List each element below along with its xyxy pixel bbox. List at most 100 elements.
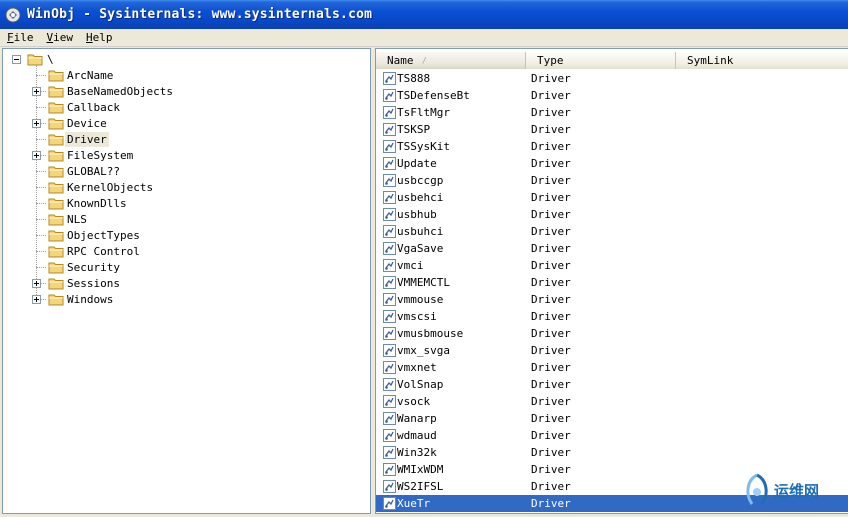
object-type: Driver	[531, 446, 571, 459]
object-name: XueTr	[396, 496, 432, 511]
folder-icon	[48, 197, 64, 210]
tree-expand-icon[interactable]	[32, 279, 41, 288]
list-row[interactable]: usbuhci Driver	[376, 223, 848, 240]
tree-item-nls[interactable]: NLS	[65, 212, 89, 227]
column-header-symlink[interactable]: SymLink	[676, 52, 848, 69]
object-name: TSKSP	[397, 123, 431, 136]
object-name: TSDefenseBt	[397, 89, 470, 102]
list-row[interactable]: TS888 Driver	[376, 70, 848, 87]
list-row[interactable]: VMMEMCTL Driver	[376, 274, 848, 291]
list-row[interactable]: usbhub Driver	[376, 206, 848, 223]
driver-object-icon	[383, 123, 396, 136]
object-name: Wanarp	[397, 412, 437, 425]
tree-item-knowndlls[interactable]: KnownDlls	[65, 196, 129, 211]
list-row[interactable]: VgaSave Driver	[376, 240, 848, 257]
column-header-name[interactable]: Name /	[376, 52, 526, 69]
object-name: vmxnet	[397, 361, 437, 374]
object-type: Driver	[531, 276, 571, 289]
object-tree-pane[interactable]: \ ArcName BaseNamedObjects Callback Device Dr…	[2, 48, 371, 514]
list-row[interactable]: usbccgp Driver	[376, 172, 848, 189]
tree-branch-line	[36, 75, 46, 76]
tree-root-label[interactable]: \	[45, 52, 56, 67]
list-row[interactable]: Win32k Driver	[376, 444, 848, 461]
object-list-pane[interactable]: Name / Type SymLink TS888 Driver TSDefense…	[375, 48, 848, 514]
tree-expand-icon[interactable]	[32, 151, 41, 160]
list-row[interactable]: TsFltMgr Driver	[376, 104, 848, 121]
folder-icon	[48, 293, 64, 306]
menu-view[interactable]: View	[40, 31, 80, 44]
list-row[interactable]: vsock Driver	[376, 393, 848, 410]
object-name: vmusbmouse	[397, 327, 464, 340]
object-type: Driver	[531, 106, 571, 119]
tree-item-kernelobjects[interactable]: KernelObjects	[65, 180, 155, 195]
object-type: Driver	[531, 174, 571, 187]
object-name: TSSysKit	[397, 140, 450, 153]
object-name: TsFltMgr	[397, 106, 450, 119]
driver-object-icon	[383, 446, 396, 459]
tree-item-global-[interactable]: GLOBAL??	[65, 164, 122, 179]
tree-item-filesystem[interactable]: FileSystem	[65, 148, 135, 163]
list-row[interactable]: vmusbmouse Driver	[376, 325, 848, 342]
tree-branch-line	[36, 139, 46, 140]
list-row[interactable]: TSKSP Driver	[376, 121, 848, 138]
watermark: 运维网	[742, 470, 846, 510]
tree-item-callback[interactable]: Callback	[65, 100, 122, 115]
object-name: Update	[397, 157, 437, 170]
object-name: VgaSave	[397, 242, 444, 255]
title-bar[interactable]: WinObj - Sysinternals: www.sysinternals.…	[0, 0, 848, 29]
tree-item-objecttypes[interactable]: ObjectTypes	[65, 228, 142, 243]
object-name: wdmaud	[397, 429, 437, 442]
tree-item-basenamedobjects[interactable]: BaseNamedObjects	[65, 84, 175, 99]
folder-icon	[48, 229, 64, 242]
tree-item-arcname[interactable]: ArcName	[65, 68, 115, 83]
driver-object-icon	[383, 259, 396, 272]
object-name: vsock	[397, 395, 431, 408]
tree-expand-icon[interactable]	[32, 119, 41, 128]
column-header-type[interactable]: Type	[526, 52, 676, 69]
list-row[interactable]: Wanarp Driver	[376, 410, 848, 427]
object-type: Driver	[531, 89, 571, 102]
tree-item-security[interactable]: Security	[65, 260, 122, 275]
tree-item-device[interactable]: Device	[65, 116, 109, 131]
tree-collapse-icon[interactable]	[12, 55, 21, 64]
object-type: Driver	[531, 361, 571, 374]
list-row[interactable]: VolSnap Driver	[376, 376, 848, 393]
tree-item-rpc-control[interactable]: RPC Control	[65, 244, 142, 259]
driver-object-icon	[383, 140, 396, 153]
tree-branch-line	[36, 203, 46, 204]
tree-item-driver[interactable]: Driver	[65, 132, 109, 147]
folder-icon	[48, 181, 64, 194]
list-row[interactable]: usbehci Driver	[376, 189, 848, 206]
object-type: Driver	[531, 412, 571, 425]
driver-object-icon	[383, 106, 396, 119]
object-type: Driver	[531, 496, 571, 511]
menu-help[interactable]: Help	[79, 31, 119, 44]
folder-icon	[48, 149, 64, 162]
tree-branch-line	[36, 107, 46, 108]
driver-object-icon	[383, 276, 396, 289]
winobj-app-icon[interactable]	[5, 7, 21, 23]
list-row[interactable]: Update Driver	[376, 155, 848, 172]
list-row[interactable]: vmxnet Driver	[376, 359, 848, 376]
driver-object-icon	[383, 225, 396, 238]
tree-expand-icon[interactable]	[32, 295, 41, 304]
list-row[interactable]: vmscsi Driver	[376, 308, 848, 325]
folder-icon	[48, 245, 64, 258]
tree-branch-line	[36, 171, 46, 172]
object-name: VMMEMCTL	[397, 276, 450, 289]
object-type: Driver	[531, 140, 571, 153]
tree-item-sessions[interactable]: Sessions	[65, 276, 122, 291]
list-row[interactable]: TSSysKit Driver	[376, 138, 848, 155]
object-name: WS2IFSL	[397, 480, 444, 493]
list-row[interactable]: vmci Driver	[376, 257, 848, 274]
object-type: Driver	[531, 72, 571, 85]
object-name: Win32k	[397, 446, 437, 459]
menu-bar: File View Help	[0, 29, 848, 47]
list-row[interactable]: vmx_svga Driver	[376, 342, 848, 359]
list-row[interactable]: TSDefenseBt Driver	[376, 87, 848, 104]
list-row[interactable]: vmmouse Driver	[376, 291, 848, 308]
tree-expand-icon[interactable]	[32, 87, 41, 96]
menu-file[interactable]: File	[0, 31, 40, 44]
tree-item-windows[interactable]: Windows	[65, 292, 115, 307]
list-row[interactable]: wdmaud Driver	[376, 427, 848, 444]
